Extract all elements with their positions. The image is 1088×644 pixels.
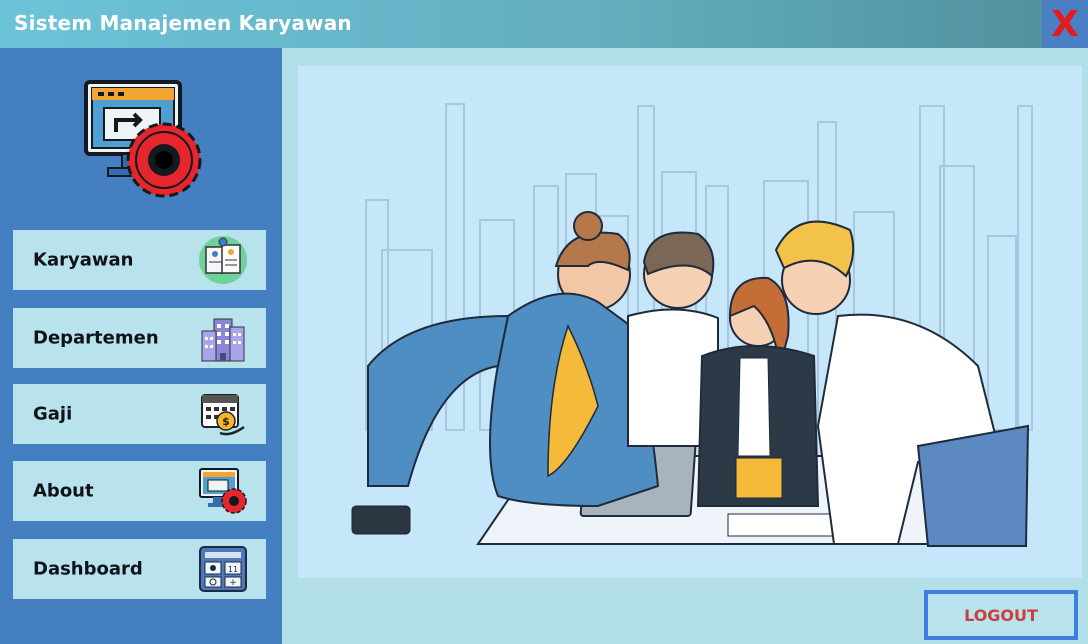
salary-calendar-icon: $ — [201, 394, 245, 436]
svg-text:11: 11 — [228, 565, 238, 574]
sidebar-item-label: Gaji — [33, 403, 73, 425]
monitor-gear-icon — [84, 80, 202, 198]
sidebar-item-label: Karyawan — [33, 249, 134, 271]
close-icon: X — [1051, 3, 1079, 45]
sidebar-item-departemen[interactable]: Departemen — [13, 308, 266, 368]
sidebar-item-label: About — [33, 480, 94, 502]
sidebar: Karyawan Departemen Gaji $ About Dashboa… — [0, 48, 282, 644]
employee-documents-icon — [199, 236, 247, 284]
dashboard-calculator-icon: 11 + — [199, 546, 247, 592]
main-content — [298, 66, 1082, 578]
sidebar-item-dashboard[interactable]: Dashboard 11 + — [13, 539, 266, 599]
close-button[interactable]: X — [1042, 0, 1088, 48]
building-icon — [201, 318, 245, 362]
team-meeting-illustration — [351, 103, 1033, 547]
sidebar-item-about[interactable]: About — [13, 461, 266, 521]
title-bar: Sistem Manajemen Karyawan X — [0, 0, 1088, 48]
window-title: Sistem Manajemen Karyawan — [14, 11, 352, 35]
sidebar-item-label: Dashboard — [33, 558, 143, 580]
sidebar-item-gaji[interactable]: Gaji $ — [13, 384, 266, 444]
sidebar-item-karyawan[interactable]: Karyawan — [13, 230, 266, 290]
svg-text:$: $ — [222, 415, 230, 428]
monitor-gear-icon — [199, 468, 247, 514]
svg-text:+: + — [229, 578, 237, 588]
logout-button[interactable]: LOGOUT — [924, 590, 1078, 640]
sidebar-item-label: Departemen — [33, 327, 159, 349]
